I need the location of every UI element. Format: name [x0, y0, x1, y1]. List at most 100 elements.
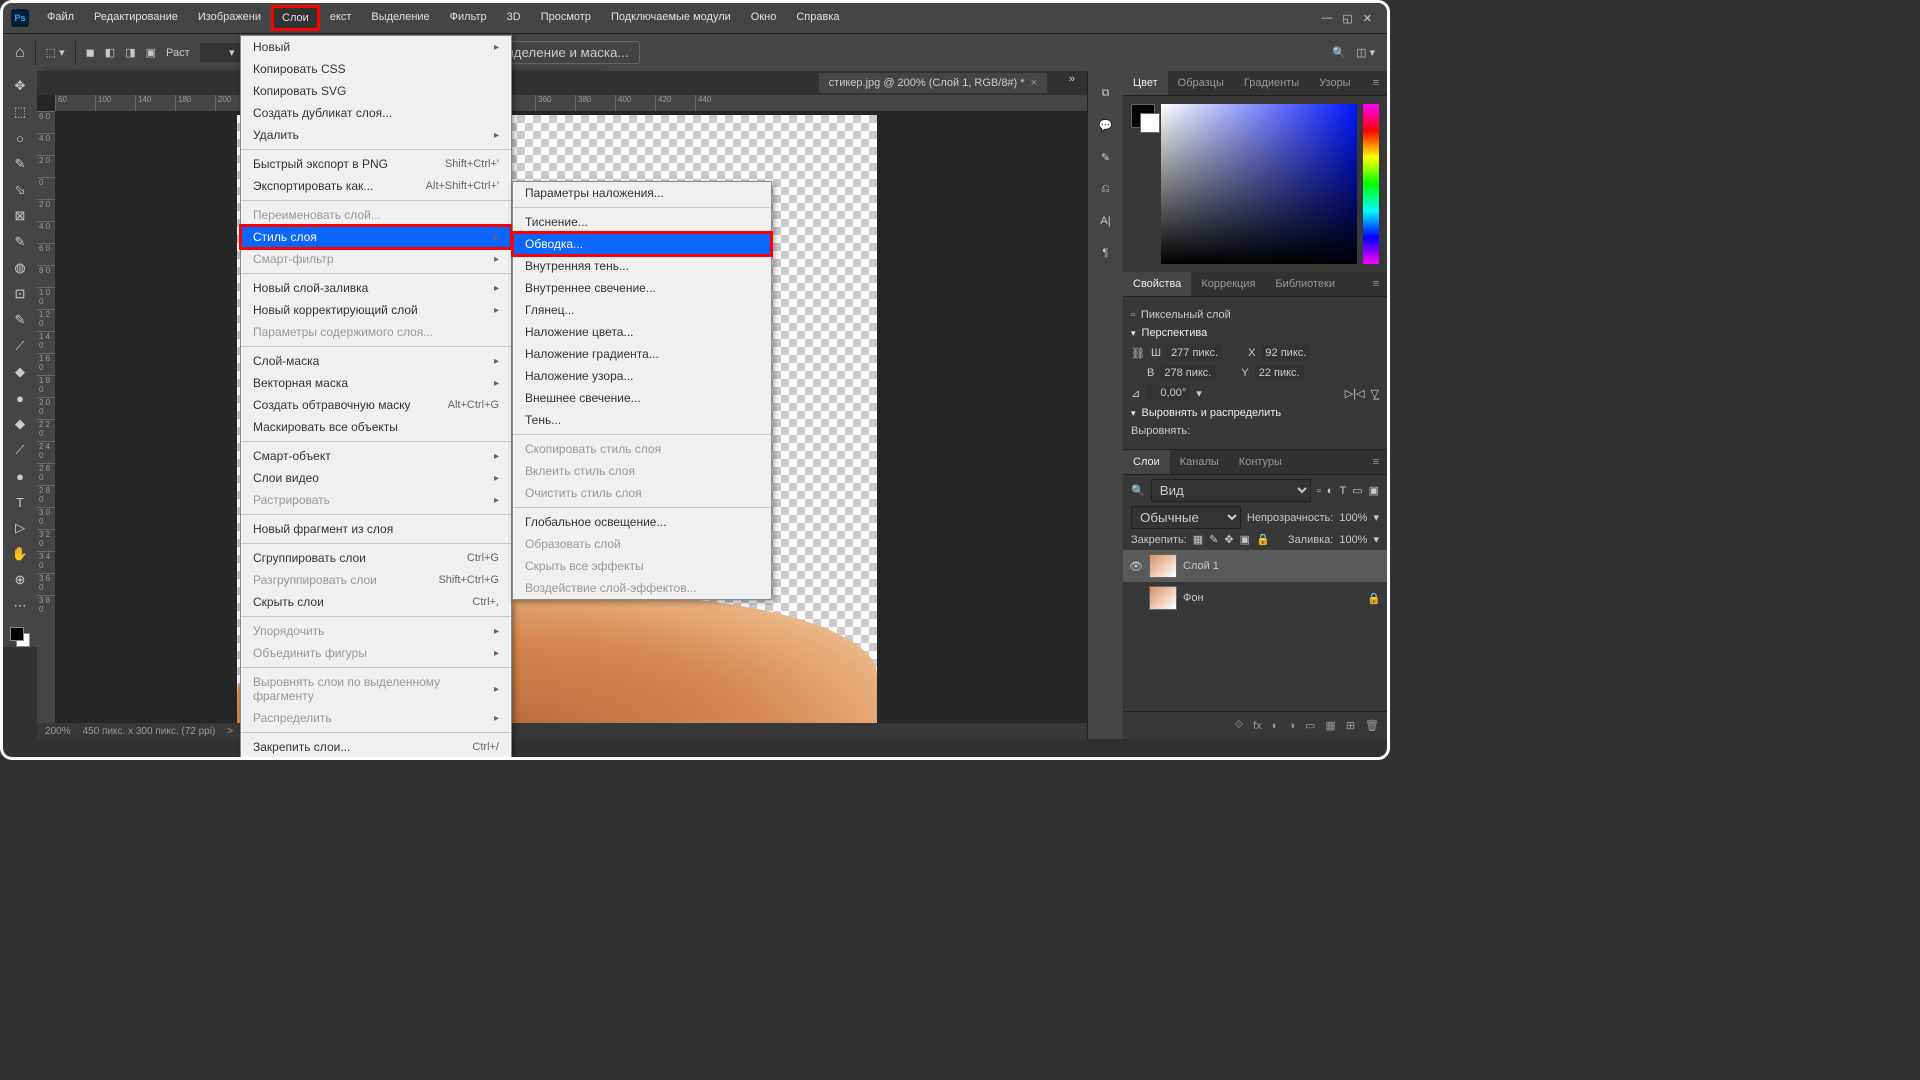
menu-item-копировать-svg[interactable]: Копировать SVG — [241, 80, 511, 102]
layers-footer-icon-6[interactable]: ⊞ — [1346, 719, 1355, 732]
menu-item-экспортировать-как---[interactable]: Экспортировать как...Alt+Shift+Ctrl+' — [241, 175, 511, 197]
tool-10[interactable]: ⟋ — [6, 335, 34, 357]
menu-item-слои-видео[interactable]: Слои видео — [241, 467, 511, 489]
flip-h-icon[interactable]: ▷|◁ — [1345, 387, 1365, 400]
menu-item-тень---[interactable]: Тень... — [513, 409, 771, 431]
zoom-level[interactable]: 200% — [45, 726, 71, 737]
height-value[interactable]: 278 пикс. — [1160, 365, 1215, 381]
tool-6[interactable]: ✎ — [6, 231, 34, 253]
layers-footer-icon-4[interactable]: ▭ — [1305, 719, 1315, 732]
menu-слои[interactable]: Слои — [271, 5, 320, 31]
layers-footer-icon-5[interactable]: ▦ — [1325, 719, 1335, 732]
lock-all-icon[interactable]: 🔒 — [1256, 533, 1270, 546]
menu-фильтр[interactable]: Фильтр — [440, 5, 497, 31]
visibility-icon[interactable]: 👁 — [1129, 560, 1143, 573]
filter-smart-icon[interactable]: ▣ — [1369, 484, 1379, 497]
sel-sub-icon[interactable]: ◨ — [125, 46, 135, 59]
sel-int-icon[interactable]: ▣ — [146, 46, 156, 59]
close-tab-icon[interactable]: × — [1031, 77, 1037, 89]
hue-slider[interactable] — [1363, 104, 1379, 264]
layer-thumbnail[interactable] — [1149, 586, 1177, 610]
angle-value[interactable]: 0,00° — [1146, 385, 1190, 401]
menu-item-новый[interactable]: Новый — [241, 36, 511, 58]
menu-item-копировать-css[interactable]: Копировать CSS — [241, 58, 511, 80]
mini-panel-2[interactable]: ✎ — [1094, 145, 1118, 169]
menu-item-параметры-наложения---[interactable]: Параметры наложения... — [513, 182, 771, 204]
tool-9[interactable]: ✎ — [6, 309, 34, 331]
tool-12[interactable]: ● — [6, 387, 34, 409]
mini-panel-4[interactable]: A| — [1094, 209, 1118, 233]
foreground-background-swatch[interactable] — [6, 627, 34, 647]
layers-footer-icon-0[interactable]: ⟐ — [1234, 719, 1243, 732]
blend-mode-dropdown[interactable]: Обычные — [1131, 506, 1241, 529]
mini-panel-5[interactable]: ¶ — [1094, 241, 1118, 265]
menu-item-сгруппировать-слои[interactable]: Сгруппировать слоиCtrl+G — [241, 547, 511, 569]
filter-type-icon[interactable]: T — [1339, 485, 1346, 497]
menu-item-создать-обтравочную-маску[interactable]: Создать обтравочную маскуAlt+Ctrl+G — [241, 394, 511, 416]
layers-footer-icon-2[interactable]: ◐ — [1272, 720, 1279, 732]
lock-artboard-icon[interactable]: ▣ — [1240, 533, 1250, 546]
doc-info-arrow[interactable]: > — [227, 726, 233, 737]
tab-библиотеки[interactable]: Библиотеки — [1265, 272, 1345, 296]
minimize-icon[interactable]: — — [1321, 12, 1332, 25]
menu-item-удалить[interactable]: Удалить — [241, 124, 511, 146]
tool-16[interactable]: T — [6, 491, 34, 513]
tool-8[interactable]: ⊡ — [6, 283, 34, 305]
menu-справка[interactable]: Справка — [786, 5, 849, 31]
menu-item-тиснение---[interactable]: Тиснение... — [513, 211, 771, 233]
filter-shape-icon[interactable]: ▭ — [1352, 484, 1362, 497]
tool-17[interactable]: ▷ — [6, 517, 34, 539]
menu-изображени[interactable]: Изображени — [188, 5, 271, 31]
tool-13[interactable]: ◆ — [6, 413, 34, 435]
panel-menu-icon[interactable]: ≡ — [1365, 450, 1387, 474]
transform-section[interactable]: Перспектива — [1131, 327, 1379, 339]
menu-item-наложение-узора---[interactable]: Наложение узора... — [513, 365, 771, 387]
color-field[interactable] — [1161, 104, 1357, 264]
menu-просмотр[interactable]: Просмотр — [531, 5, 601, 31]
search-icon[interactable]: 🔍 — [1332, 46, 1346, 59]
menu-item-векторная-маска[interactable]: Векторная маска — [241, 372, 511, 394]
panel-menu-icon[interactable]: ≡ — [1365, 71, 1387, 95]
menu-item-закрепить-слои---[interactable]: Закрепить слои...Ctrl+/ — [241, 736, 511, 758]
tool-0[interactable]: ✥ — [6, 75, 34, 97]
lock-paint-icon[interactable]: ✎ — [1209, 533, 1218, 546]
menu-item-внутреннее-свечение---[interactable]: Внутреннее свечение... — [513, 277, 771, 299]
opacity-value[interactable]: 100% — [1339, 512, 1367, 524]
fill-value[interactable]: 100% — [1339, 534, 1367, 546]
tab-узоры[interactable]: Узоры — [1309, 71, 1360, 95]
tab-цвет[interactable]: Цвет — [1123, 71, 1168, 95]
menu-item-стиль-слоя[interactable]: Стиль слоя — [241, 226, 511, 248]
menu-item-новый-слой-заливка[interactable]: Новый слой-заливка — [241, 277, 511, 299]
tool-15[interactable]: ● — [6, 465, 34, 487]
marquee-mode-icon[interactable]: ⬚ ▾ — [46, 46, 65, 59]
sel-new-icon[interactable]: ◼ — [86, 46, 95, 59]
tab-градиенты[interactable]: Градиенты — [1234, 71, 1309, 95]
link-wh-icon[interactable]: ⛓ — [1131, 347, 1145, 360]
lock-move-icon[interactable]: ✥ — [1224, 533, 1233, 546]
menu-item-новый-фрагмент-из-слоя[interactable]: Новый фрагмент из слоя — [241, 518, 511, 540]
width-value[interactable]: 277 пикс. — [1167, 345, 1222, 361]
tab-коррекция[interactable]: Коррекция — [1191, 272, 1265, 296]
menu-редактирование[interactable]: Редактирование — [84, 5, 188, 31]
expand-tabs-icon[interactable]: » — [1069, 73, 1075, 85]
filter-adjust-icon[interactable]: ◐ — [1327, 485, 1334, 497]
layer-row[interactable]: Фон 🔒 — [1123, 582, 1387, 614]
tab-свойства[interactable]: Свойства — [1123, 272, 1191, 296]
panel-menu-icon[interactable]: ≡ — [1365, 272, 1387, 296]
tool-18[interactable]: ✋ — [6, 543, 34, 565]
workspace-icon[interactable]: ◫ ▾ — [1356, 46, 1375, 59]
menu-подключаемые модули[interactable]: Подключаемые модули — [601, 5, 741, 31]
layer-row[interactable]: 👁 Слой 1 — [1123, 550, 1387, 582]
menu-item-глобальное-освещение---[interactable]: Глобальное освещение... — [513, 511, 771, 533]
menu-item-наложение-градиента---[interactable]: Наложение градиента... — [513, 343, 771, 365]
y-value[interactable]: 22 пикс. — [1255, 365, 1304, 381]
menu-item-внутренняя-тень---[interactable]: Внутренняя тень... — [513, 255, 771, 277]
home-icon[interactable]: ⌂ — [15, 44, 25, 62]
tool-4[interactable]: ⬂ — [6, 179, 34, 201]
document-tab-active[interactable]: стикер.jpg @ 200% (Слой 1, RGB/8#) * × — [819, 73, 1047, 93]
x-value[interactable]: 92 пикс. — [1261, 345, 1310, 361]
mini-panel-0[interactable]: ⧉ — [1094, 81, 1118, 105]
layers-footer-icon-3[interactable]: ◑ — [1288, 720, 1295, 732]
menu-item-быстрый-экспорт-в-png[interactable]: Быстрый экспорт в PNGShift+Ctrl+' — [241, 153, 511, 175]
tab-контуры[interactable]: Контуры — [1229, 450, 1292, 474]
